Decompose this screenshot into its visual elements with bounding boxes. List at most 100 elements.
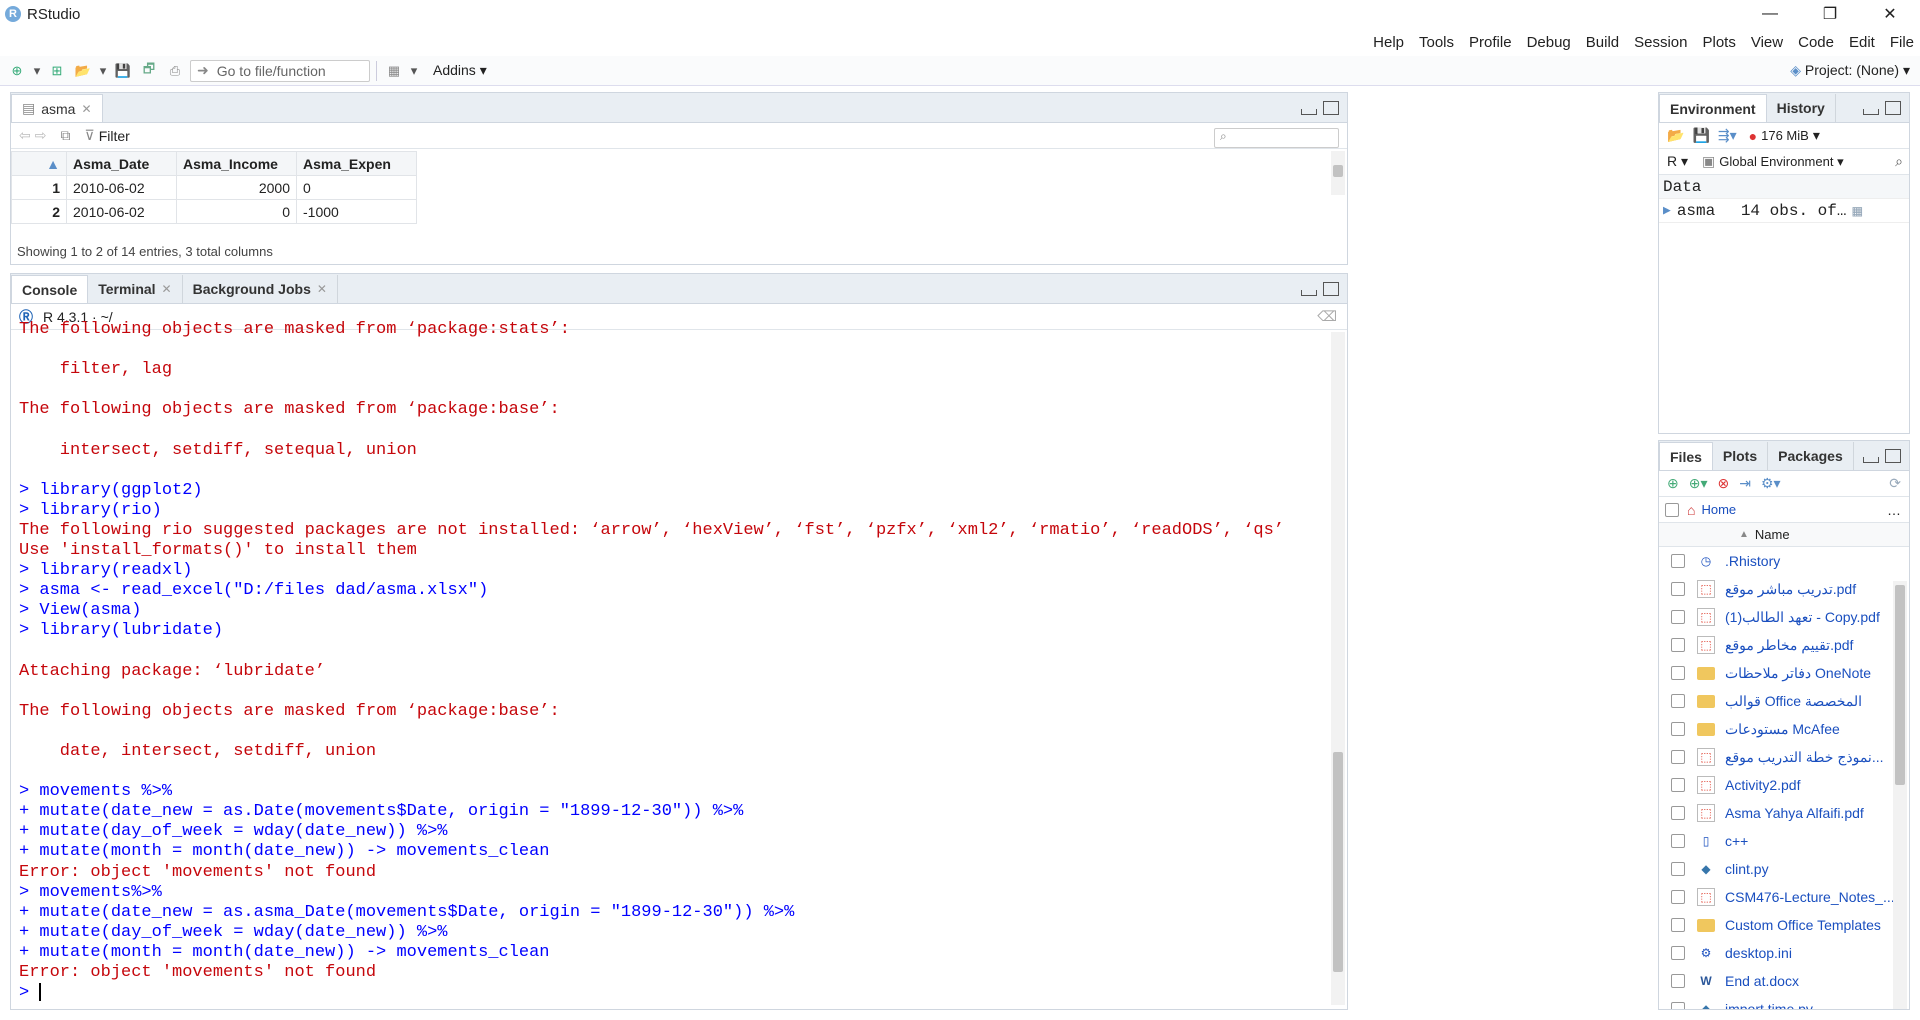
file-row[interactable]: ⬚ تدريب مباشر موقع.pdf xyxy=(1659,575,1909,603)
more-path-button[interactable]: … xyxy=(1887,502,1901,518)
back-arrow-icon[interactable]: ⇦ xyxy=(19,127,31,144)
minimize-pane-icon[interactable] xyxy=(1863,109,1879,115)
file-checkbox[interactable] xyxy=(1671,554,1685,568)
menu-code[interactable]: Code xyxy=(1798,34,1834,51)
menu-edit[interactable]: Edit xyxy=(1849,34,1875,51)
file-row[interactable]: ⬚ Asma Yahya Alfaifi.pdf xyxy=(1659,799,1909,827)
file-row[interactable]: ⬚ تقييم مخاطر موقع.pdf xyxy=(1659,631,1909,659)
file-checkbox[interactable] xyxy=(1671,890,1685,904)
file-checkbox[interactable] xyxy=(1671,722,1685,736)
file-row[interactable]: ▯ c++ xyxy=(1659,827,1909,855)
file-row[interactable]: ◆ clint.py xyxy=(1659,855,1909,883)
close-tab-icon[interactable]: ✕ xyxy=(162,282,172,296)
file-row[interactable]: ◆ import time.py xyxy=(1659,995,1909,1009)
pane-layout-icon[interactable]: ▦ xyxy=(383,61,405,81)
menu-help[interactable]: Help xyxy=(1373,34,1404,51)
new-project-icon[interactable]: ⊞ xyxy=(46,61,68,81)
save-all-icon[interactable]: 🗗 xyxy=(138,61,160,81)
menu-debug[interactable]: Debug xyxy=(1527,34,1571,51)
file-name[interactable]: تعهد الطالب(1) - Copy.pdf xyxy=(1725,609,1880,626)
file-checkbox[interactable] xyxy=(1671,778,1685,792)
minimize-pane-icon[interactable] xyxy=(1301,109,1317,115)
menu-build[interactable]: Build xyxy=(1586,34,1619,51)
open-recent-dropdown-icon[interactable]: ▾ xyxy=(98,61,108,81)
env-variable-row[interactable]: ▶ asma 14 obs. of… ▦ xyxy=(1659,199,1909,223)
import-dataset-icon[interactable]: ⇶▾ xyxy=(1718,127,1737,144)
column-header[interactable]: Asma_Expen xyxy=(296,151,417,176)
file-row[interactable]: ⬚ نموذج خطة التدريب موقع... xyxy=(1659,743,1909,771)
file-name[interactable]: Asma Yahya Alfaifi.pdf xyxy=(1725,805,1864,821)
go-to-file-input[interactable]: ➜ Go to file/function xyxy=(190,59,370,82)
file-checkbox[interactable] xyxy=(1671,918,1685,932)
file-checkbox[interactable] xyxy=(1671,806,1685,820)
language-select[interactable]: R ▾ xyxy=(1667,153,1688,170)
column-header[interactable]: Asma_Income xyxy=(176,151,297,176)
tab-packages[interactable]: Packages xyxy=(1768,442,1854,470)
maximize-pane-icon[interactable] xyxy=(1885,101,1901,115)
name-column-header[interactable]: Name xyxy=(1755,527,1790,542)
file-checkbox[interactable] xyxy=(1671,666,1685,680)
file-row[interactable]: ◷ .Rhistory xyxy=(1659,547,1909,575)
file-name[interactable]: c++ xyxy=(1725,833,1748,849)
home-link[interactable]: Home xyxy=(1701,502,1736,517)
menu-file[interactable]: File xyxy=(1890,34,1914,51)
file-name[interactable]: CSM476-Lecture_Notes_... xyxy=(1725,889,1895,905)
expand-icon[interactable]: ▶ xyxy=(1663,203,1671,218)
menu-plots[interactable]: Plots xyxy=(1703,34,1736,51)
file-name[interactable]: import time.py xyxy=(1725,1001,1813,1009)
menu-view[interactable]: View xyxy=(1751,34,1783,51)
tab-plots[interactable]: Plots xyxy=(1713,442,1769,470)
more-gear-icon[interactable]: ⚙▾ xyxy=(1761,475,1781,492)
close-window-button[interactable]: ✕ xyxy=(1860,0,1920,28)
menu-session[interactable]: Session xyxy=(1634,34,1687,51)
tab-console[interactable]: Console xyxy=(11,275,89,303)
file-checkbox[interactable] xyxy=(1671,1002,1685,1009)
files-scrollbar[interactable] xyxy=(1893,581,1907,1009)
console-output[interactable]: The following objects are masked from ‘p… xyxy=(11,320,1327,1009)
view-table-icon[interactable]: ▦ xyxy=(1852,201,1862,221)
file-name[interactable]: Custom Office Templates xyxy=(1725,917,1881,933)
new-blank-file-icon[interactable]: ⊕▾ xyxy=(1689,475,1708,492)
scope-select[interactable]: Global Environment ▾ xyxy=(1719,154,1843,170)
search-icon[interactable]: ⌕ xyxy=(1895,153,1903,170)
maximize-pane-icon[interactable] xyxy=(1323,282,1339,296)
new-folder-icon[interactable]: ⊕ xyxy=(1667,475,1679,492)
file-name[interactable]: دفاتر ملاحظات OneNote xyxy=(1725,665,1871,682)
refresh-icon[interactable]: ⟳ xyxy=(1889,475,1901,492)
save-workspace-icon[interactable]: 💾 xyxy=(1692,127,1709,144)
file-name[interactable]: End at.docx xyxy=(1725,973,1799,989)
tab-asma[interactable]: ▤ asma ✕ xyxy=(11,94,103,122)
file-checkbox[interactable] xyxy=(1671,750,1685,764)
memory-dropdown-icon[interactable]: ▾ xyxy=(1813,127,1820,144)
file-row[interactable]: ⚙ desktop.ini xyxy=(1659,939,1909,967)
menu-tools[interactable]: Tools xyxy=(1419,34,1454,51)
viewer-scrollbar[interactable] xyxy=(1331,151,1345,195)
popout-icon[interactable]: ⧉ xyxy=(60,127,70,144)
pane-layout-dropdown-icon[interactable]: ▾ xyxy=(409,61,419,81)
project-menu[interactable]: ◈ Project: (None) ▾ xyxy=(1790,62,1910,79)
save-icon[interactable]: 💾 xyxy=(112,61,134,81)
tab-environment[interactable]: Environment xyxy=(1659,94,1767,122)
file-checkbox[interactable] xyxy=(1671,610,1685,624)
filter-button[interactable]: Filter xyxy=(99,128,130,144)
maximize-pane-icon[interactable] xyxy=(1323,101,1339,115)
file-checkbox[interactable] xyxy=(1671,946,1685,960)
file-checkbox[interactable] xyxy=(1671,834,1685,848)
file-name[interactable]: desktop.ini xyxy=(1725,945,1792,961)
delete-icon[interactable]: ⊗ xyxy=(1718,475,1730,492)
file-checkbox[interactable] xyxy=(1671,862,1685,876)
file-name[interactable]: مستودعات McAfee xyxy=(1725,721,1840,738)
close-tab-icon[interactable]: ✕ xyxy=(317,282,327,296)
file-row[interactable]: W End at.docx xyxy=(1659,967,1909,995)
file-name[interactable]: clint.py xyxy=(1725,861,1769,877)
new-file-icon[interactable]: ⊕ xyxy=(6,61,28,81)
file-checkbox[interactable] xyxy=(1671,974,1685,988)
maximize-pane-icon[interactable] xyxy=(1885,449,1901,463)
select-all-checkbox[interactable] xyxy=(1665,502,1679,517)
tab-history[interactable]: History xyxy=(1767,94,1836,122)
file-name[interactable]: .Rhistory xyxy=(1725,553,1780,569)
memory-usage-label[interactable]: 176 MiB xyxy=(1761,128,1809,143)
print-icon[interactable]: ⎙ xyxy=(164,61,186,81)
filter-icon[interactable]: ⊽ xyxy=(84,127,94,144)
file-checkbox[interactable] xyxy=(1671,582,1685,596)
